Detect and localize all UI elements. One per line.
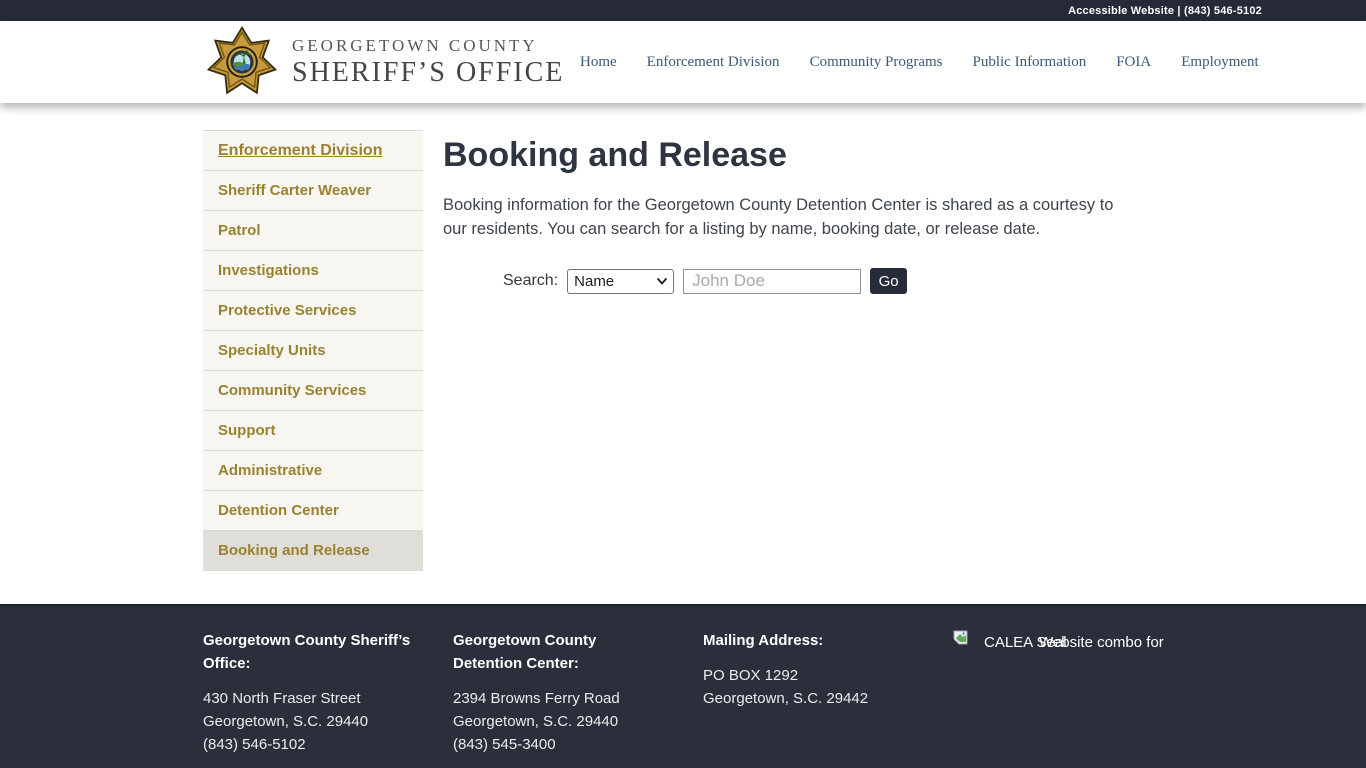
footer: Georgetown County Sheriff’s Office: 430 … [0, 604, 1366, 768]
intro-paragraph: Booking information for the Georgetown C… [443, 194, 1138, 241]
footer-heading-sheriffs-office: Georgetown County Sheriff’s Office: [203, 629, 418, 675]
footer-col-calea-seal: CALEA Seal Website combo for [953, 629, 1173, 756]
nav-public-information[interactable]: Public Information [972, 54, 1086, 71]
sidebar-item-administrative[interactable]: Administrative [203, 451, 423, 491]
calea-seal-alt-text: Website combo for [1039, 631, 1164, 654]
search-type-select-wrap: Name [567, 269, 674, 294]
footer-phone: (843) 546-5102 [203, 733, 453, 756]
content-area: Enforcement Division Sheriff Carter Weav… [0, 103, 1366, 604]
sidebar-item-community-services[interactable]: Community Services [203, 371, 423, 411]
sheriff-badge-icon [205, 24, 279, 100]
page: Accessible Website | (843) 546-5102 GEOR… [0, 0, 1366, 768]
main-content: Booking and Release Booking information … [443, 103, 1153, 294]
sidebar-item-enforcement-division[interactable]: Enforcement Division [203, 131, 423, 171]
sidebar-item-detention-center[interactable]: Detention Center [203, 491, 423, 531]
footer-col-mailing-address: Mailing Address: PO BOX 1292 Georgetown,… [703, 629, 953, 756]
footer-phone: (843) 545-3400 [453, 733, 703, 756]
nav-employment[interactable]: Employment [1181, 54, 1259, 71]
footer-heading-mailing-address: Mailing Address: [703, 629, 953, 652]
topbar-accessibility-phone[interactable]: Accessible Website | (843) 546-5102 [1068, 5, 1262, 17]
footer-col-detention-center: Georgetown County Detention Center: 2394… [453, 629, 703, 756]
footer-address-line: 2394 Browns Ferry Road [453, 687, 703, 710]
footer-address-line: PO BOX 1292 [703, 664, 953, 687]
logo-line1: GEORGETOWN COUNTY [292, 36, 564, 56]
footer-address-line: Georgetown, S.C. 29440 [203, 710, 453, 733]
footer-address-line: Georgetown, S.C. 29440 [453, 710, 703, 733]
sidebar: Enforcement Division Sheriff Carter Weav… [203, 130, 423, 571]
go-button[interactable]: Go [870, 268, 907, 294]
topbar: Accessible Website | (843) 546-5102 [0, 0, 1366, 21]
logo-line2: SHERIFF’S OFFICE [292, 57, 564, 89]
sidebar-item-sheriff-carter-weaver[interactable]: Sheriff Carter Weaver [203, 171, 423, 211]
sidebar-item-booking-and-release[interactable]: Booking and Release [203, 531, 423, 571]
broken-image-icon [953, 630, 968, 645]
page-title: Booking and Release [443, 136, 1153, 175]
sidebar-item-protective-services[interactable]: Protective Services [203, 291, 423, 331]
nav-home[interactable]: Home [580, 54, 617, 71]
footer-columns: Georgetown County Sheriff’s Office: 430 … [0, 606, 1366, 756]
footer-address-line: 430 North Fraser Street [203, 687, 453, 710]
sidebar-item-patrol[interactable]: Patrol [203, 211, 423, 251]
logo[interactable]: GEORGETOWN COUNTY SHERIFF’S OFFICE [205, 24, 564, 100]
footer-address-line: Georgetown, S.C. 29442 [703, 687, 953, 710]
nav-enforcement-division[interactable]: Enforcement Division [647, 54, 780, 71]
footer-heading-detention-center: Georgetown County Detention Center: [453, 629, 623, 675]
logo-text: GEORGETOWN COUNTY SHERIFF’S OFFICE [292, 36, 564, 89]
footer-col-sheriffs-office: Georgetown County Sheriff’s Office: 430 … [203, 629, 453, 756]
sidebar-item-investigations[interactable]: Investigations [203, 251, 423, 291]
sidebar-item-specialty-units[interactable]: Specialty Units [203, 331, 423, 371]
search-input[interactable] [683, 269, 861, 294]
main-nav: Home Enforcement Division Community Prog… [580, 21, 1259, 103]
sidebar-item-support[interactable]: Support [203, 411, 423, 451]
search-form: Search: Name Go [503, 268, 1153, 294]
nav-foia[interactable]: FOIA [1116, 54, 1151, 71]
nav-community-programs[interactable]: Community Programs [810, 54, 943, 71]
search-label: Search: [503, 272, 558, 290]
search-type-select[interactable]: Name [567, 269, 674, 294]
site-header: GEORGETOWN COUNTY SHERIFF’S OFFICE Home … [0, 21, 1366, 103]
